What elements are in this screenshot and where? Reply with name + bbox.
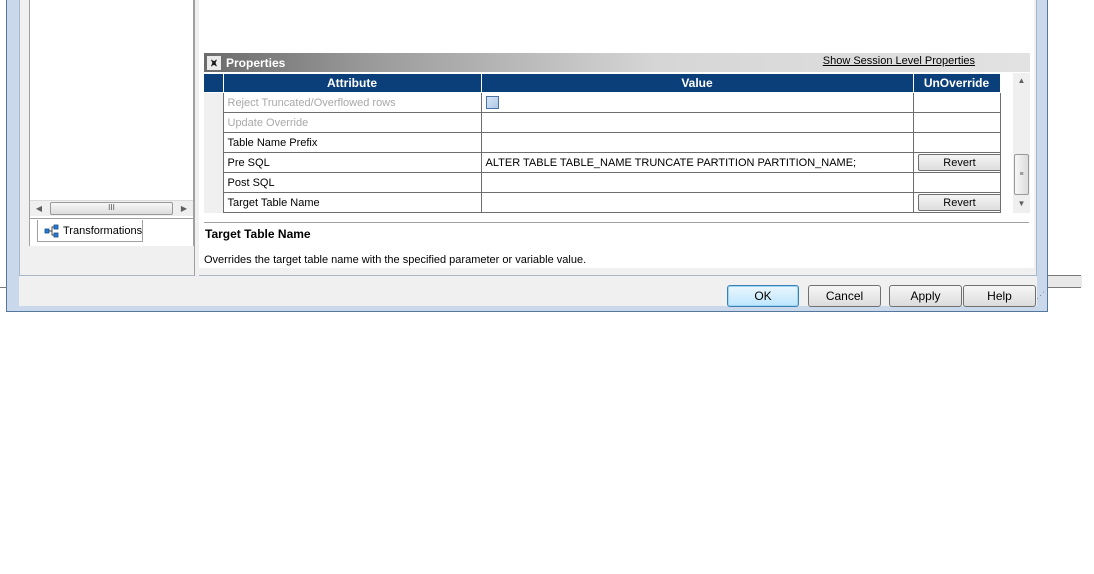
attribute-cell: Target Table Name [222, 192, 482, 213]
table-row[interactable]: Table Name Prefix [204, 132, 1001, 153]
help-button[interactable]: Help [963, 285, 1036, 307]
value-cell[interactable]: ALTER TABLE TABLE_NAME TRUNCATE PARTITIO… [480, 152, 914, 173]
row-gutter [204, 172, 223, 193]
properties-grid: Attribute Value UnOverride Reject Trunca… [204, 73, 1001, 213]
value-cell[interactable] [480, 192, 914, 213]
column-header-unoverride[interactable]: UnOverride [912, 73, 1001, 93]
scrollbar-thumb[interactable]: III [50, 202, 173, 215]
value-cell[interactable] [480, 132, 914, 153]
table-row[interactable]: Update Override [204, 112, 1001, 133]
attribute-cell: Post SQL [222, 172, 482, 193]
column-header-attribute[interactable]: Attribute [222, 73, 482, 93]
value-cell[interactable] [480, 92, 914, 113]
value-cell[interactable] [480, 172, 914, 193]
unoverride-cell [912, 132, 1001, 153]
unoverride-cell: Revert [912, 192, 1001, 213]
table-row[interactable]: Target Table Name Revert [204, 192, 1001, 213]
value-cell[interactable] [480, 112, 914, 133]
grid-header-row: Attribute Value UnOverride [204, 73, 1001, 93]
unoverride-cell [912, 92, 1001, 113]
grip-label: III [108, 203, 115, 212]
show-session-level-properties-link[interactable]: Show Session Level Properties [823, 55, 975, 67]
tab-label: Transformations [63, 224, 143, 237]
reject-truncated-checkbox[interactable] [485, 96, 499, 109]
properties-section-header: ⩙ Properties Show Session Level Properti… [204, 53, 1030, 72]
dialog-button-bar [19, 276, 1037, 306]
properties-vertical-scrollbar[interactable]: ▲ ≡ ▼ [1013, 73, 1030, 213]
row-gutter [204, 92, 223, 113]
attribute-cell: Table Name Prefix [222, 132, 482, 153]
description-divider [204, 222, 1029, 223]
row-gutter [204, 192, 223, 213]
scroll-up-icon[interactable]: ▲ [1016, 76, 1027, 85]
row-gutter [204, 132, 223, 153]
attribute-cell: Pre SQL [222, 152, 482, 173]
scroll-right-icon[interactable]: ▶ [178, 203, 190, 215]
table-row[interactable]: Reject Truncated/Overflowed rows [204, 92, 1001, 113]
attribute-cell: Update Override [222, 112, 482, 133]
cancel-button[interactable]: Cancel [808, 285, 881, 307]
collapse-section-icon[interactable]: ⩙ [207, 55, 221, 70]
background-window [1046, 276, 1082, 287]
apply-button[interactable]: Apply [889, 285, 962, 307]
section-title: Properties [226, 55, 286, 70]
description-text: Overrides the target table name with the… [204, 254, 587, 266]
row-gutter [204, 112, 223, 133]
table-row[interactable]: Pre SQL ALTER TABLE TABLE_NAME TRUNCATE … [204, 152, 1001, 173]
tab-transformations[interactable]: Transformations [37, 220, 143, 242]
transformations-icon [44, 224, 59, 237]
resize-grip-icon[interactable]: ⋰ [1036, 290, 1045, 301]
unoverride-cell [912, 112, 1001, 133]
unoverride-cell [912, 172, 1001, 193]
attribute-cell: Reject Truncated/Overflowed rows [222, 92, 482, 113]
scrollbar-thumb[interactable]: ≡ [1014, 154, 1029, 195]
table-row[interactable]: Post SQL [204, 172, 1001, 193]
row-gutter [204, 152, 223, 173]
ok-button[interactable]: OK [727, 285, 799, 307]
scroll-down-icon[interactable]: ▼ [1016, 199, 1027, 208]
navigator-tab-strip: Transformations [30, 218, 193, 246]
grid-gutter-header [204, 73, 224, 93]
column-header-value[interactable]: Value [480, 73, 914, 93]
description-title: Target Table Name [205, 227, 311, 241]
unoverride-cell: Revert [912, 152, 1001, 173]
revert-pre-sql-button[interactable]: Revert [917, 154, 999, 171]
scroll-left-icon[interactable]: ◀ [33, 203, 45, 215]
revert-target-table-name-button[interactable]: Revert [917, 194, 999, 211]
navigator-horizontal-scrollbar[interactable]: ◀ III ▶ [30, 200, 193, 216]
